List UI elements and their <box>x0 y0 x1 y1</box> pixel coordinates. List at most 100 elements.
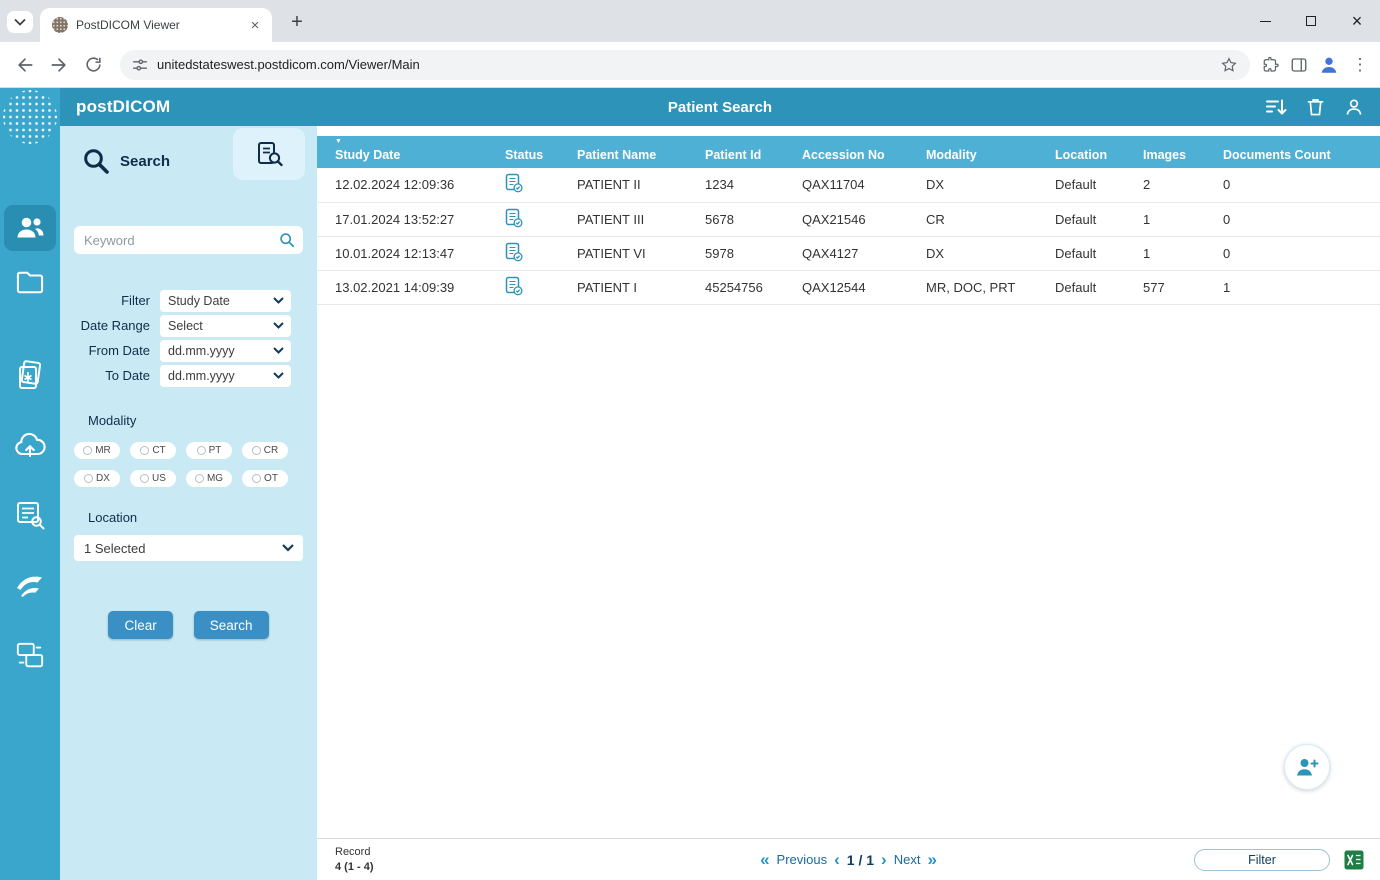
record-label: Record <box>335 845 374 859</box>
results-area: ▼Study DateStatusPatient NamePatient IdA… <box>317 126 1380 880</box>
status-report-icon[interactable] <box>505 276 523 296</box>
column-header-documents-count[interactable]: Documents Count <box>1205 136 1380 168</box>
modality-checkbox-mg[interactable]: MG <box>186 470 232 487</box>
browser-menu-icon[interactable]: ⋮ <box>1350 55 1370 75</box>
modality-checkbox-cr[interactable]: CR <box>242 442 288 459</box>
window-close-button[interactable]: × <box>1334 0 1380 42</box>
first-page-icon[interactable]: « <box>760 851 769 868</box>
add-patient-fab[interactable] <box>1284 744 1330 790</box>
profile-avatar[interactable] <box>1318 54 1340 76</box>
window-maximize-button[interactable] <box>1288 0 1334 42</box>
tab-search-button[interactable] <box>7 11 33 33</box>
modality-checkbox-ot[interactable]: OT <box>242 470 288 487</box>
column-header-status[interactable]: Status <box>487 136 559 168</box>
cell-images: 1 <box>1125 202 1205 236</box>
patient-row[interactable]: 13.02.2021 14:09:39PATIENT I45254756QAX1… <box>317 270 1380 304</box>
modality-checkbox-ct[interactable]: CT <box>130 442 176 459</box>
sidebar-item-patient-search[interactable] <box>4 205 56 251</box>
to-date-dropdown[interactable]: dd.mm.yyyy <box>160 365 291 387</box>
search-button[interactable]: Search <box>194 611 269 639</box>
table-scroll-area[interactable]: ▼Study DateStatusPatient NamePatient IdA… <box>317 136 1380 838</box>
column-header-location[interactable]: Location <box>1037 136 1125 168</box>
modality-checkbox-dx[interactable]: DX <box>74 470 120 487</box>
column-header-study-date[interactable]: ▼Study Date <box>317 136 487 168</box>
modality-checkbox-pt[interactable]: PT <box>186 442 232 459</box>
column-header-accession-no[interactable]: Accession No <box>784 136 908 168</box>
medical-cards-icon <box>15 359 45 391</box>
folder-icon <box>15 269 45 295</box>
next-page-button[interactable]: Next <box>894 852 921 867</box>
reload-button[interactable] <box>78 50 108 80</box>
keyword-search-icon[interactable] <box>279 232 295 253</box>
from-date-dropdown[interactable]: dd.mm.yyyy <box>160 340 291 362</box>
date-range-label: Date Range <box>60 318 160 333</box>
modality-checkbox-mr[interactable]: MR <box>74 442 120 459</box>
cell-patient-id: 5678 <box>687 202 784 236</box>
status-report-icon[interactable] <box>505 173 523 193</box>
person-icon <box>1344 97 1364 117</box>
patient-table-body: 12.02.2024 12:09:36PATIENT II1234QAX1170… <box>317 168 1380 304</box>
radio-circle-icon <box>140 446 149 455</box>
table-footer: Record 4 (1 - 4) « Previous ‹ 1 / 1 › Ne… <box>317 838 1380 880</box>
clear-button[interactable]: Clear <box>108 611 172 639</box>
chevron-down-icon <box>273 297 284 304</box>
location-label: Location <box>88 510 317 525</box>
from-date-label: From Date <box>60 343 160 358</box>
sidebar-item-folders[interactable] <box>4 259 56 305</box>
column-header-modality[interactable]: Modality <box>908 136 1037 168</box>
table-filter-button[interactable]: Filter <box>1194 849 1330 871</box>
tab-close-icon[interactable]: × <box>246 16 264 34</box>
tab-title: PostDICOM Viewer <box>76 18 238 32</box>
sidebar-item-transfer[interactable] <box>4 632 56 678</box>
back-button[interactable] <box>10 50 40 80</box>
last-page-icon[interactable]: » <box>927 851 936 868</box>
side-panel-icon[interactable] <box>1290 56 1308 74</box>
date-range-dropdown[interactable]: Select <box>160 315 291 337</box>
export-excel-button[interactable] <box>1344 850 1364 870</box>
account-button[interactable] <box>1344 97 1364 117</box>
sidebar-item-upload[interactable] <box>4 422 56 468</box>
column-header-images[interactable]: Images <box>1125 136 1205 168</box>
url-bar[interactable]: unitedstateswest.postdicom.com/Viewer/Ma… <box>120 50 1250 80</box>
modality-checkbox-us[interactable]: US <box>130 470 176 487</box>
date-range-value: Select <box>168 319 203 333</box>
next-arrow-icon[interactable]: › <box>881 851 887 868</box>
page-title: Patient Search <box>668 99 772 116</box>
sidebar-item-worklist[interactable] <box>4 352 56 398</box>
bookmark-star-icon[interactable] <box>1220 56 1238 74</box>
browser-tab[interactable]: PostDICOM Viewer × <box>40 8 272 42</box>
site-info-icon[interactable] <box>132 57 148 73</box>
sort-button[interactable] <box>1265 98 1287 117</box>
filter-label: Filter <box>60 293 160 308</box>
previous-arrow-icon[interactable]: ‹ <box>834 851 840 868</box>
patient-row[interactable]: 10.01.2024 12:13:47PATIENT VI5978QAX4127… <box>317 236 1380 270</box>
window-minimize-button[interactable] <box>1242 0 1288 42</box>
cell-patient-id: 45254756 <box>687 270 784 304</box>
tab-basic-search[interactable]: Search <box>82 147 170 175</box>
patient-row[interactable]: 17.01.2024 13:52:27PATIENT III5678QAX215… <box>317 202 1380 236</box>
keyword-input[interactable] <box>74 226 303 254</box>
delete-button[interactable] <box>1307 97 1324 117</box>
filter-dropdown[interactable]: Study Date <box>160 290 291 312</box>
status-report-icon[interactable] <box>505 208 523 228</box>
sidebar-item-order-search[interactable] <box>4 492 56 538</box>
column-header-patient-id[interactable]: Patient Id <box>687 136 784 168</box>
previous-page-button[interactable]: Previous <box>777 852 828 867</box>
filter-row-from-date: From Datedd.mm.yyyy <box>60 339 317 362</box>
filter-row-to-date: To Datedd.mm.yyyy <box>60 364 317 387</box>
new-tab-button[interactable]: + <box>284 9 310 35</box>
status-report-icon[interactable] <box>505 242 523 262</box>
forward-button[interactable] <box>44 50 74 80</box>
minimize-icon <box>1260 21 1271 22</box>
column-header-patient-name[interactable]: Patient Name <box>559 136 687 168</box>
chevron-down-icon <box>14 18 26 26</box>
cell-study-date: 10.01.2024 12:13:47 <box>317 236 487 270</box>
patient-row[interactable]: 12.02.2024 12:09:36PATIENT II1234QAX1170… <box>317 168 1380 202</box>
radio-circle-icon <box>140 474 149 483</box>
cell-modality: CR <box>908 202 1037 236</box>
tab-advanced-search[interactable] <box>233 128 305 180</box>
sidebar-item-share[interactable] <box>4 562 56 608</box>
location-dropdown[interactable]: 1 Selected <box>74 535 303 561</box>
maximize-icon <box>1306 16 1316 26</box>
extensions-icon[interactable] <box>1262 56 1280 74</box>
